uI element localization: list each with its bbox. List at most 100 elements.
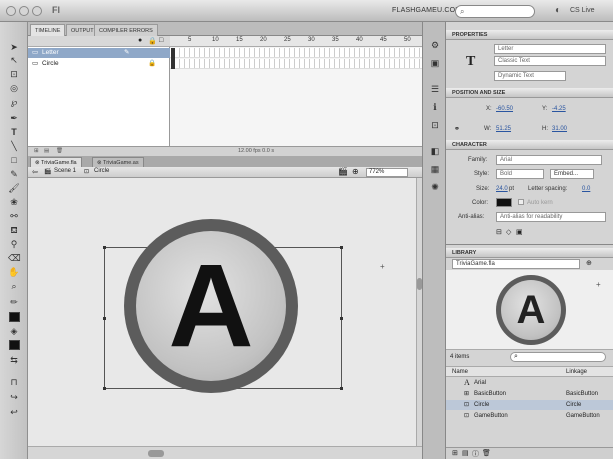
tab-triviagame-fla[interactable]: ⊗ TriviaGame.fla	[30, 157, 82, 167]
library-item[interactable]: A Arial	[446, 378, 613, 388]
w-value[interactable]: 51.25	[496, 126, 511, 132]
library-item[interactable]: ⊡ GameButton GameButton	[446, 411, 613, 421]
swap-colors-icon[interactable]: ⇆	[8, 355, 20, 366]
zoom-window-button[interactable]	[32, 6, 42, 16]
tab-triviagame-as[interactable]: ⊗ TriviaGame.as	[92, 157, 144, 167]
snap-to-objects-icon[interactable]: ⊓	[8, 377, 20, 388]
selection-tool-icon[interactable]: ➤	[8, 42, 20, 53]
delete-icon[interactable]: 🗑	[482, 449, 491, 457]
tab-timeline[interactable]: TIMELINE	[30, 24, 66, 36]
character-header[interactable]: CHARACTER	[446, 140, 613, 150]
tab-compiler-errors[interactable]: COMPILER ERRORS	[94, 24, 158, 36]
library-item[interactable]: ⊞ BasicButton BasicButton	[446, 389, 613, 399]
transform-handle[interactable]	[340, 246, 343, 249]
free-transform-tool-icon[interactable]: ⊡	[8, 69, 20, 80]
instance-name-input[interactable]: Letter	[494, 44, 606, 54]
workspace-label[interactable]: FLASHGAMEU.COM	[392, 7, 461, 14]
close-window-button[interactable]	[6, 6, 16, 16]
zoom-select[interactable]: 772%	[366, 168, 408, 177]
delete-layer-icon[interactable]: 🗑	[56, 148, 63, 154]
library-item[interactable]: ⊡ Circle Circle	[446, 400, 613, 410]
frame-rate[interactable]: 12.00 fps 0.0 s	[238, 148, 274, 154]
back-arrow-icon[interactable]: ⇦	[32, 168, 38, 176]
position-size-header[interactable]: POSITION AND SIZE	[446, 88, 613, 98]
x-value[interactable]: -60.50	[496, 106, 513, 112]
text-tool-icon[interactable]: T	[8, 127, 20, 138]
h-value[interactable]: 31.00	[552, 126, 567, 132]
breadcrumb-scene[interactable]: Scene 1	[54, 168, 76, 174]
fill-color-swatch[interactable]	[9, 340, 20, 350]
properties-icon[interactable]: ⓘ	[472, 449, 479, 459]
font-style-select[interactable]: Bold	[496, 169, 544, 179]
straighten-icon[interactable]: ↩	[8, 407, 20, 418]
minimize-window-button[interactable]	[19, 6, 29, 16]
layer-row-circle[interactable]: ▭ Circle 🔒	[28, 59, 170, 69]
anti-alias-select[interactable]: Anti-alias for readability	[496, 212, 606, 222]
lock-icon[interactable]: 🔒	[148, 59, 156, 69]
stroke-color-icon[interactable]: ✏	[8, 297, 20, 308]
new-folder-icon[interactable]: ▤	[462, 449, 469, 457]
letter-textfield[interactable]: A	[136, 231, 286, 381]
frame-ruler[interactable]: 5 10 15 20 25 30 35 40 45 50	[170, 36, 422, 47]
column-name[interactable]: Name	[452, 369, 468, 375]
hand-tool-icon[interactable]: ✋	[8, 267, 20, 278]
smooth-icon[interactable]: ↪	[8, 392, 20, 403]
eye-icon[interactable]: ●	[138, 37, 142, 44]
frame-row-circle[interactable]	[170, 59, 422, 69]
library-panel-icon[interactable]: ▣	[429, 58, 441, 69]
pin-icon[interactable]: ⊕	[586, 259, 592, 267]
eyedropper-tool-icon[interactable]: ⚲	[8, 239, 20, 250]
lock-aspect-icon[interactable]: ⚭	[454, 125, 460, 133]
bone-tool-icon[interactable]: ⚯	[8, 211, 20, 222]
rectangle-tool-icon[interactable]: □	[8, 155, 20, 166]
zoom-tool-icon[interactable]: ⌕	[8, 281, 20, 292]
3d-rotation-tool-icon[interactable]: ◎	[8, 83, 20, 94]
subselection-tool-icon[interactable]: ↖	[8, 55, 20, 66]
breadcrumb-symbol[interactable]: Circle	[94, 168, 109, 174]
swatches-panel-icon[interactable]: ▦	[429, 164, 441, 175]
font-family-select[interactable]: Arial	[496, 155, 602, 165]
fill-color-icon[interactable]: ◈	[8, 326, 20, 337]
font-size-value[interactable]: 24.0	[496, 186, 508, 192]
transform-handle[interactable]	[103, 246, 106, 249]
new-layer-icon[interactable]: ⊞	[34, 148, 39, 154]
horizontal-scrollbar[interactable]	[28, 446, 422, 459]
scroll-thumb[interactable]	[148, 450, 164, 457]
column-linkage[interactable]: Linkage	[566, 369, 587, 375]
auto-kern-checkbox[interactable]	[518, 199, 524, 205]
transform-handle[interactable]	[103, 387, 106, 390]
lasso-tool-icon[interactable]: ℘	[8, 97, 20, 108]
motion-presets-icon[interactable]: ✺	[429, 182, 441, 193]
properties-panel-icon[interactable]: ⚙	[429, 40, 441, 51]
outline-icon[interactable]: □	[159, 37, 163, 44]
transform-handle[interactable]	[103, 317, 106, 320]
pencil-tool-icon[interactable]: ✎	[8, 169, 20, 180]
new-folder-icon[interactable]: ▤	[44, 148, 49, 154]
text-type-select[interactable]: Dynamic Text	[494, 71, 566, 81]
stroke-color-swatch[interactable]	[9, 312, 20, 322]
letter-spacing-value[interactable]: 0.0	[582, 186, 590, 192]
info-panel-icon[interactable]: ℹ	[429, 102, 441, 113]
transform-panel-icon[interactable]: ⊡	[429, 120, 441, 131]
edit-scene-icon[interactable]: 🎬	[338, 167, 348, 176]
cs-live-menu[interactable]: CS Live	[570, 7, 595, 14]
transform-handle[interactable]	[340, 387, 343, 390]
align-panel-icon[interactable]: ☰	[429, 84, 441, 95]
lock-icon[interactable]: 🔒	[148, 37, 157, 45]
paint-bucket-tool-icon[interactable]: ⛾	[8, 225, 20, 236]
eraser-tool-icon[interactable]: ⌫	[8, 253, 21, 264]
brush-tool-icon[interactable]: 🖌	[8, 183, 20, 194]
show-border-icon[interactable]: ▣	[516, 228, 523, 236]
text-engine-select[interactable]: Classic Text	[494, 56, 606, 66]
layer-row-letter[interactable]: ▭ Letter ✎	[28, 48, 170, 58]
library-search-input[interactable]: ⌕	[510, 352, 606, 362]
embed-button[interactable]: Embed...	[550, 169, 594, 179]
render-html-icon[interactable]: ◇	[506, 228, 511, 236]
text-color-swatch[interactable]	[496, 198, 512, 207]
search-input[interactable]: ⌕	[455, 5, 535, 18]
line-tool-icon[interactable]: ╲	[8, 141, 20, 152]
edit-symbol-icon[interactable]: ⊕	[352, 167, 359, 176]
color-panel-icon[interactable]: ◧	[429, 146, 441, 157]
library-file-select[interactable]: TriviaGame.fla	[452, 259, 580, 269]
y-value[interactable]: -4.25	[552, 106, 566, 112]
